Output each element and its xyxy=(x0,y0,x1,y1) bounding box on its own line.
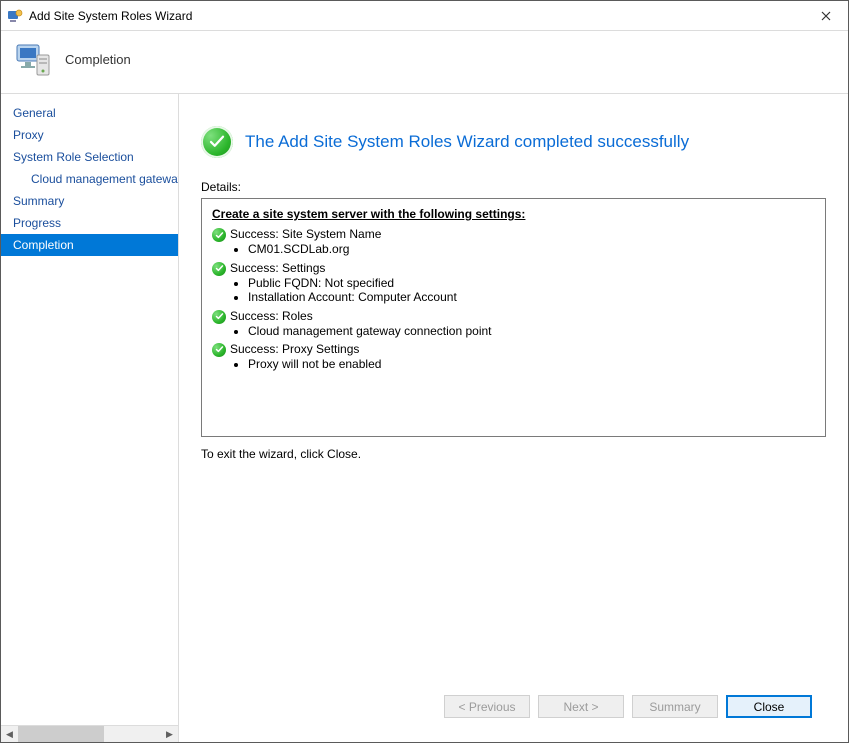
success-check-icon xyxy=(212,262,226,276)
exit-hint: To exit the wizard, click Close. xyxy=(201,447,826,461)
details-label: Details: xyxy=(201,180,826,194)
stage-title: Completion xyxy=(65,52,131,67)
status-details: Public FQDN: Not specifiedInstallation A… xyxy=(248,276,815,305)
previous-button[interactable]: < Previous xyxy=(444,695,530,718)
scroll-right-icon[interactable]: ▶ xyxy=(161,726,178,743)
wizard-window: Add Site System Roles Wizard Completion xyxy=(0,0,849,743)
nav-item[interactable]: Progress xyxy=(1,212,178,234)
nav-item[interactable]: Summary xyxy=(1,190,178,212)
status-details: CM01.SCDLab.org xyxy=(248,242,815,256)
status-row: Success: Proxy Settings xyxy=(212,342,815,357)
scrollbar-track[interactable] xyxy=(18,726,161,742)
success-heading: The Add Site System Roles Wizard complet… xyxy=(245,132,689,152)
nav-item[interactable]: Proxy xyxy=(1,124,178,146)
wizard-footer: < Previous Next > Summary Close xyxy=(201,681,826,732)
status-title: Success: Settings xyxy=(230,261,325,275)
status-row: Success: Roles xyxy=(212,309,815,324)
success-check-icon xyxy=(201,126,233,158)
wizard-nav: GeneralProxySystem Role SelectionCloud m… xyxy=(1,94,178,725)
nav-item[interactable]: Completion xyxy=(1,234,178,256)
window-title: Add Site System Roles Wizard xyxy=(29,9,803,23)
nav-item[interactable]: System Role Selection xyxy=(1,146,178,168)
status-details: Proxy will not be enabled xyxy=(248,357,815,371)
status-title: Success: Proxy Settings xyxy=(230,342,359,356)
window-controls xyxy=(803,1,848,30)
wizard-body: GeneralProxySystem Role SelectionCloud m… xyxy=(1,94,848,742)
status-detail-item: Cloud management gateway connection poin… xyxy=(248,324,815,338)
status-title: Success: Roles xyxy=(230,309,313,323)
scroll-left-icon[interactable]: ◀ xyxy=(1,726,18,743)
next-button[interactable]: Next > xyxy=(538,695,624,718)
wizard-content: The Add Site System Roles Wizard complet… xyxy=(179,94,848,742)
server-icon xyxy=(13,39,53,79)
scrollbar-thumb[interactable] xyxy=(18,726,104,742)
status-detail-item: Proxy will not be enabled xyxy=(248,357,815,371)
app-icon xyxy=(7,8,23,24)
status-row: Success: Settings xyxy=(212,261,815,276)
nav-item[interactable]: Cloud management gateway connection poin… xyxy=(1,168,178,190)
close-window-button[interactable] xyxy=(803,1,848,30)
sidebar-horizontal-scrollbar[interactable]: ◀ ▶ xyxy=(1,725,178,742)
details-box[interactable]: Create a site system server with the fol… xyxy=(201,198,826,437)
success-banner: The Add Site System Roles Wizard complet… xyxy=(201,126,826,158)
status-detail-item: CM01.SCDLab.org xyxy=(248,242,815,256)
status-detail-item: Public FQDN: Not specified xyxy=(248,276,815,290)
success-check-icon xyxy=(212,343,226,357)
close-button[interactable]: Close xyxy=(726,695,812,718)
summary-button[interactable]: Summary xyxy=(632,695,718,718)
success-check-icon xyxy=(212,228,226,242)
status-detail-item: Installation Account: Computer Account xyxy=(248,290,815,304)
status-row: Success: Site System Name xyxy=(212,227,815,242)
status-title: Success: Site System Name xyxy=(230,227,381,241)
wizard-sidebar: GeneralProxySystem Role SelectionCloud m… xyxy=(1,94,179,742)
nav-item[interactable]: General xyxy=(1,102,178,124)
success-check-icon xyxy=(212,310,226,324)
status-details: Cloud management gateway connection poin… xyxy=(248,324,815,338)
title-bar: Add Site System Roles Wizard xyxy=(1,1,848,31)
details-heading: Create a site system server with the fol… xyxy=(212,207,815,221)
wizard-header: Completion xyxy=(1,31,848,93)
